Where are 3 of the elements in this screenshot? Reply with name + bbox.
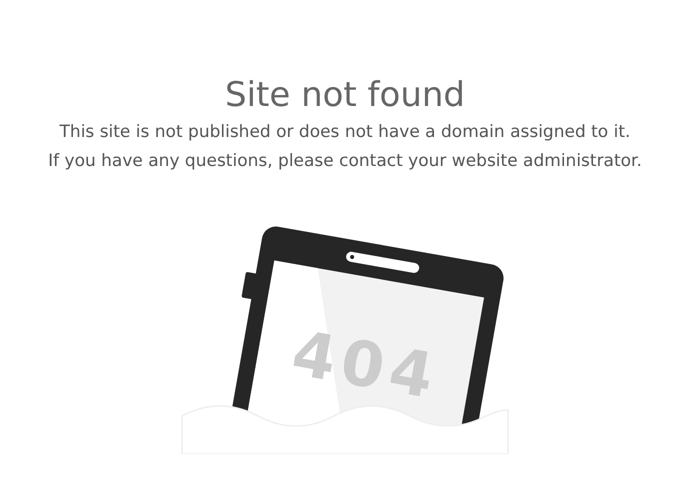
message-text: This site is not published or does not have a domain assigned to it. bbox=[60, 121, 630, 144]
page-title: Site not found bbox=[224, 74, 466, 116]
message-text: If you have any questions, please contact your website administrator. bbox=[48, 150, 642, 173]
